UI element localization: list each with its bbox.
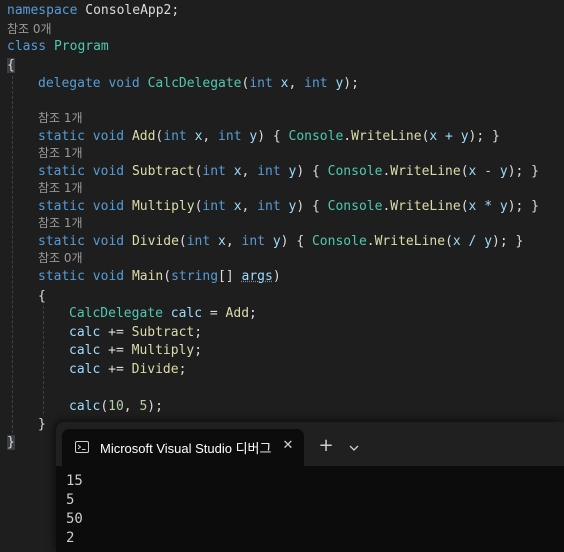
close-icon[interactable]: ✕	[280, 438, 296, 454]
terminal-tab-title: Microsoft Visual Studio 디버그	[100, 441, 272, 456]
code-line-calc-mul: calc += Multiply;	[69, 343, 203, 358]
indent-guide	[43, 306, 44, 414]
code-line-class: class Program	[7, 39, 109, 54]
output-line: 5	[66, 492, 75, 508]
code-line-brace-open: {	[7, 58, 15, 73]
code-line-main: static void Main(string[] args)	[38, 269, 281, 284]
reference-count[interactable]: 참조 1개	[38, 214, 83, 233]
code-line-subtract: static void Subtract(int x, int y) { Con…	[38, 164, 539, 179]
code-line-main-brace-open: {	[38, 289, 46, 304]
reference-count[interactable]: 참조 1개	[38, 109, 83, 128]
code-line-calc-div: calc += Divide;	[69, 362, 187, 377]
console-icon	[75, 441, 89, 453]
code-line-brace-close: }	[7, 435, 15, 450]
code-line-delegate: delegate void CalcDelegate(int x, int y)…	[38, 76, 359, 91]
reference-count[interactable]: 참조 0개	[38, 249, 83, 268]
code-line-calc-sub: calc += Subtract;	[69, 325, 203, 340]
indent-guide	[12, 76, 13, 433]
terminal-tab-bar: Microsoft Visual Studio 디버그 ✕ +	[56, 422, 564, 466]
debug-console-window[interactable]: Microsoft Visual Studio 디버그 ✕ + 15 5 50 …	[56, 422, 564, 552]
output-line: 50	[66, 511, 83, 527]
output-line: 2	[66, 530, 75, 546]
reference-count[interactable]: 참조 1개	[38, 179, 83, 198]
code-line-add: static void Add(int x, int y) { Console.…	[38, 129, 500, 144]
terminal-tab[interactable]: Microsoft Visual Studio 디버그 ✕	[62, 429, 304, 466]
code-line-divide: static void Divide(int x, int y) { Conso…	[38, 234, 524, 249]
code-line-calc-decl: CalcDelegate calc = Add;	[69, 306, 257, 321]
code-line-calc-call: calc(10, 5);	[69, 399, 163, 414]
reference-count[interactable]: 참조 1개	[38, 144, 83, 163]
output-line: 15	[66, 473, 83, 489]
plus-icon[interactable]: +	[314, 436, 338, 460]
code-line-multiply: static void Multiply(int x, int y) { Con…	[38, 199, 539, 214]
chevron-down-icon[interactable]	[344, 438, 364, 458]
code-line-main-brace-close: }	[38, 417, 46, 432]
console-output: 15 5 50 2	[66, 472, 83, 548]
code-line-namespace: namespace ConsoleApp2;	[7, 3, 180, 18]
